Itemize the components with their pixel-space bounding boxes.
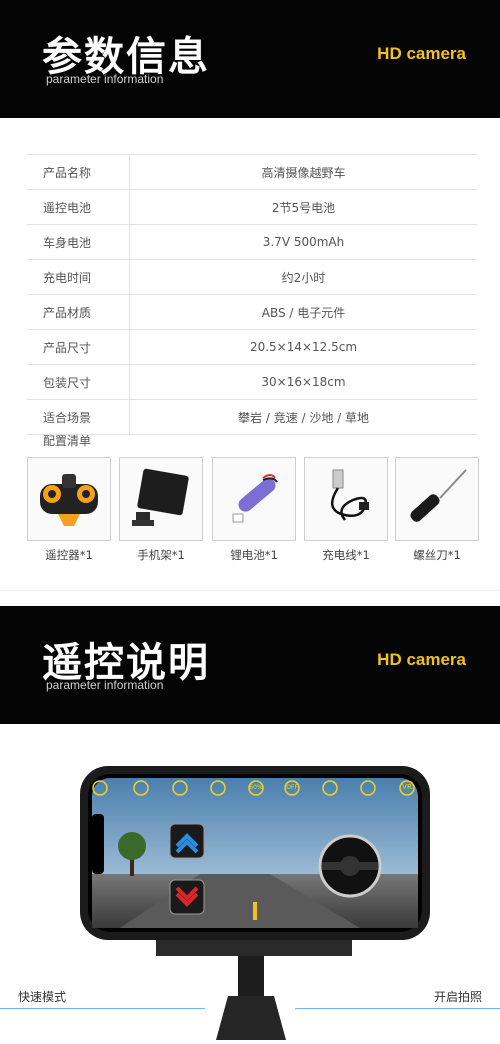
config-item: 遥控器*1 (27, 457, 111, 563)
spec-value: 3.7V 500mAh (129, 224, 477, 260)
remote-controller-icon (27, 457, 111, 541)
section-subtitle: parameter information (46, 678, 164, 692)
config-list-title: 配置清单 (43, 434, 92, 448)
table-row: 产品材质 ABS / 电子元件 (27, 294, 477, 330)
spec-value: 20.5×14×12.5cm (129, 329, 477, 365)
table-row: 产品名称 高清摄像越野车 (27, 154, 477, 190)
spec-key: 充电时间 (27, 259, 130, 295)
percent-icon[interactable]: 60% (248, 784, 264, 791)
table-row: 遥控电池 2节5号电池 (27, 189, 477, 225)
photo-label: 开启拍照 (433, 990, 482, 1004)
off-icon[interactable]: OFF (284, 784, 300, 791)
config-item: 手机架*1 (119, 457, 203, 563)
spec-key: 产品尺寸 (27, 329, 130, 365)
spec-value: 攀岩 / 竞速 / 沙地 / 草地 (129, 399, 477, 435)
config-item: 螺丝刀*1 (395, 457, 479, 563)
spec-key: 遥控电池 (27, 189, 130, 225)
spec-value: 2节5号电池 (129, 189, 477, 225)
table-row: 包装尺寸 30×16×18cm (27, 364, 477, 400)
fast-mode-label: 快速模式 (18, 990, 67, 1004)
spec-table: 产品名称 高清摄像越野车 遥控电池 2节5号电池 车身电池 3.7V 500mAh 充… (27, 154, 477, 435)
config-item-label: 螺丝刀*1 (413, 548, 461, 562)
vr-icon[interactable]: VR (399, 783, 415, 791)
config-item-label: 遥控器*1 (45, 548, 93, 562)
config-item-label: 充电线*1 (322, 548, 370, 562)
pointer-line-right (295, 1008, 500, 1009)
spec-key: 产品名称 (27, 154, 130, 190)
screwdriver-icon (395, 457, 479, 541)
hd-camera-badge: HD camera (377, 650, 466, 669)
spec-key: 包装尺寸 (27, 364, 130, 400)
spec-key: 适合场景 (27, 399, 130, 435)
table-row: 产品尺寸 20.5×14×12.5cm (27, 329, 477, 365)
spec-value: 高清摄像越野车 (129, 154, 477, 190)
spec-value: 30×16×18cm (129, 364, 477, 400)
table-row: 充电时间 约2小时 (27, 259, 477, 295)
config-item-label: 锂电池*1 (230, 548, 278, 562)
charging-cable-icon (304, 457, 388, 541)
header-banner: 参数信息 parameter information HD camera (0, 0, 500, 118)
config-item: 充电线*1 (304, 457, 388, 563)
table-row: 适合场景 攀岩 / 竞速 / 沙地 / 草地 (27, 399, 477, 435)
config-item-label: 手机架*1 (137, 548, 185, 562)
table-row: 车身电池 3.7V 500mAh (27, 224, 477, 260)
spec-key: 车身电池 (27, 224, 130, 260)
phone-holder-icon (119, 457, 203, 541)
spec-value: ABS / 电子元件 (129, 294, 477, 330)
header-banner: 遥控说明 parameter information HD camera (0, 606, 500, 724)
config-item: 锂电池*1 (212, 457, 296, 563)
lithium-battery-icon (212, 457, 296, 541)
phone-illustration (0, 724, 500, 1040)
spec-value: 约2小时 (129, 259, 477, 295)
hd-camera-badge: HD camera (377, 44, 466, 63)
config-items: 遥控器*1 手机架*1 锂电池*1 充电线*1 螺丝刀*1 (27, 457, 479, 567)
section-subtitle: parameter information (46, 72, 164, 86)
pointer-line-left (0, 1008, 205, 1009)
spec-key: 产品材质 (27, 294, 130, 330)
divider (0, 590, 500, 591)
